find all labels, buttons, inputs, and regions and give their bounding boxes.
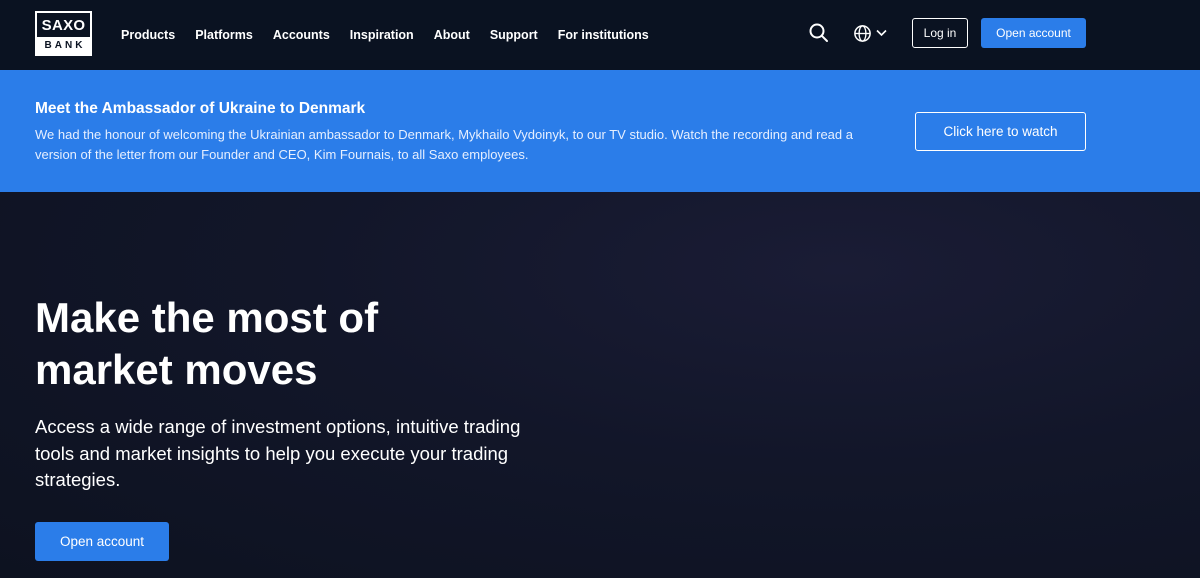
open-account-button-header[interactable]: Open account (981, 18, 1086, 48)
chevron-down-icon (876, 29, 887, 37)
click-here-to-watch-button[interactable]: Click here to watch (915, 112, 1086, 151)
main-menu: Products Platforms Accounts Inspiration … (121, 0, 669, 70)
open-account-button-hero[interactable]: Open account (35, 522, 169, 561)
banner-title: Meet the Ambassador of Ukraine to Denmar… (35, 100, 366, 117)
top-navigation: SAXO BANK Products Platforms Accounts In… (0, 0, 1200, 70)
nav-item-support[interactable]: Support (490, 28, 538, 42)
banner-text: We had the honour of welcoming the Ukrai… (35, 127, 853, 162)
search-button[interactable] (808, 22, 830, 44)
logo-text-bottom: BANK (37, 37, 90, 54)
saxo-bank-logo[interactable]: SAXO BANK (35, 11, 92, 56)
nav-item-inspiration[interactable]: Inspiration (350, 28, 414, 42)
nav-item-about[interactable]: About (434, 28, 470, 42)
hero-title: Make the most of market moves (35, 294, 379, 393)
login-button[interactable]: Log in (912, 18, 968, 48)
nav-item-accounts[interactable]: Accounts (273, 28, 330, 42)
nav-item-platforms[interactable]: Platforms (195, 28, 253, 42)
announcement-banner: Meet the Ambassador of Ukraine to Denmar… (0, 70, 1200, 192)
hero-section: Make the most of market moves Access a w… (0, 192, 1200, 578)
logo-text-top: SAXO (41, 16, 86, 34)
nav-item-products[interactable]: Products (121, 28, 175, 42)
globe-icon (854, 24, 871, 42)
search-icon (809, 23, 828, 42)
language-selector[interactable] (853, 22, 889, 44)
hero-subtitle: Access a wide range of investment option… (35, 416, 521, 490)
nav-item-for-institutions[interactable]: For institutions (558, 28, 649, 42)
